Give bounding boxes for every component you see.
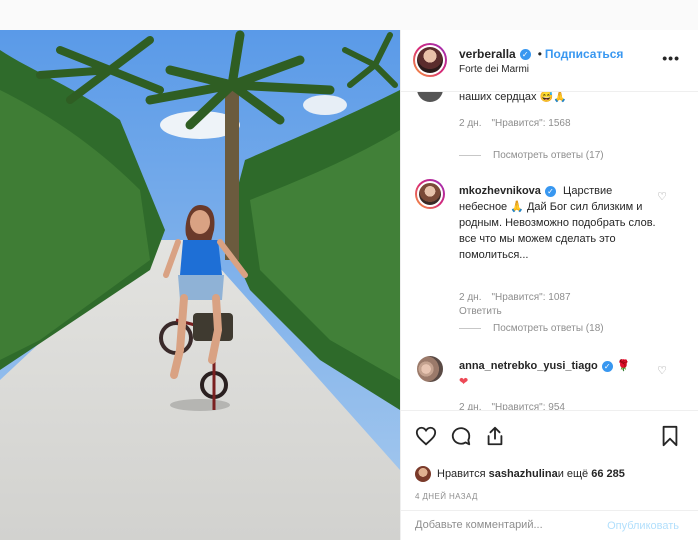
post-timestamp[interactable]: 4 ДНЕЙ НАЗАД (415, 492, 478, 501)
post-header: verberalla ✓ • Подписаться Forte dei Mar… (401, 30, 698, 92)
save-bookmark-icon[interactable] (659, 425, 681, 447)
comment-time: 2 дн. (459, 292, 482, 303)
separator-dot: • (537, 47, 542, 61)
comment-time: 2 дн. (459, 402, 482, 410)
comment-bubble-icon[interactable] (450, 425, 472, 447)
comment-likes[interactable]: "Нравится": 954 (491, 402, 564, 410)
post-sidebar: verberalla ✓ • Подписаться Forte dei Mar… (400, 30, 698, 540)
publish-button[interactable]: Опубликовать (607, 520, 679, 532)
comment-likes[interactable]: "Нравится": 1087 (491, 292, 570, 303)
comment-text-partial: наших сердцах 😅🙏 (459, 92, 567, 103)
comment-input[interactable] (415, 519, 585, 531)
like-heart-icon[interactable] (415, 425, 437, 447)
view-replies-line (459, 328, 481, 329)
liked-by-line: Нравится sashazhulina и ещё 66 285 (415, 466, 625, 482)
comment-meta: 2 дн. "Нравится": 1568 (459, 118, 571, 129)
author-line: verberalla ✓ • Подписаться (459, 47, 623, 61)
view-replies-label: Посмотреть ответы (18) (493, 323, 604, 334)
view-replies-button[interactable]: Посмотреть ответы (17) (459, 150, 604, 161)
post-location[interactable]: Forte dei Marmi (459, 64, 529, 75)
reply-button[interactable]: Ответить (459, 306, 502, 317)
instagram-post-page: verberalla ✓ • Подписаться Forte dei Mar… (0, 0, 698, 540)
author-avatar[interactable] (413, 43, 447, 77)
comment-text: mkozhevnikova ✓ Царствие небесное 🙏 Дай Б… (459, 183, 659, 263)
comment-username[interactable]: mkozhevnikova (459, 185, 541, 197)
view-replies-button[interactable]: Посмотреть ответы (18) (459, 323, 604, 334)
liked-by-count[interactable]: 66 285 (591, 468, 625, 480)
liked-by-prefix: Нравится (437, 468, 486, 480)
view-replies-line (459, 155, 481, 156)
verified-badge-icon: ✓ (601, 361, 613, 372)
comment-avatar-mkozhevnikova[interactable] (415, 179, 445, 209)
share-icon[interactable] (484, 425, 506, 447)
comment-meta: 2 дн. "Нравится": 954 (459, 402, 565, 410)
comment-text: anna_netrebko_yusi_tiago ✓ 🌹 ❤ (459, 358, 659, 390)
liked-by-user[interactable]: sashazhulina (489, 468, 558, 480)
liked-by-suffix: и ещё (557, 468, 589, 480)
liked-by-avatar[interactable] (415, 466, 431, 482)
verified-badge-icon: ✓ (519, 48, 531, 60)
add-comment-bar: Опубликовать (401, 510, 698, 540)
comment-username[interactable]: anna_netrebko_yusi_tiago (459, 360, 598, 372)
view-replies-label: Посмотреть ответы (17) (493, 150, 604, 161)
verified-badge-icon: ✓ (544, 186, 556, 197)
comment-avatar-anna-netrebko[interactable] (415, 354, 445, 384)
comments-list[interactable]: наших сердцах 😅🙏 2 дн. "Нравится": 1568 П… (401, 92, 698, 410)
more-options-icon[interactable]: ••• (662, 50, 680, 66)
comment-time: 2 дн. (459, 118, 482, 129)
like-comment-heart-icon[interactable]: ♡ (657, 364, 667, 377)
post-photo-image (0, 30, 400, 540)
comment-meta: 2 дн. "Нравится": 1087 (459, 292, 571, 303)
post-actions: Нравится sashazhulina и ещё 66 285 4 ДНЕ… (401, 410, 698, 510)
comment-avatar[interactable] (417, 92, 443, 102)
like-comment-heart-icon[interactable]: ♡ (657, 190, 667, 203)
rose-emoji: 🌹 (616, 360, 631, 372)
red-heart-emoji: ❤ (459, 376, 469, 388)
author-username[interactable]: verberalla (459, 47, 516, 61)
comment-likes[interactable]: "Нравится": 1568 (491, 118, 570, 129)
post-photo[interactable] (0, 30, 400, 540)
follow-button[interactable]: Подписаться (545, 47, 623, 61)
